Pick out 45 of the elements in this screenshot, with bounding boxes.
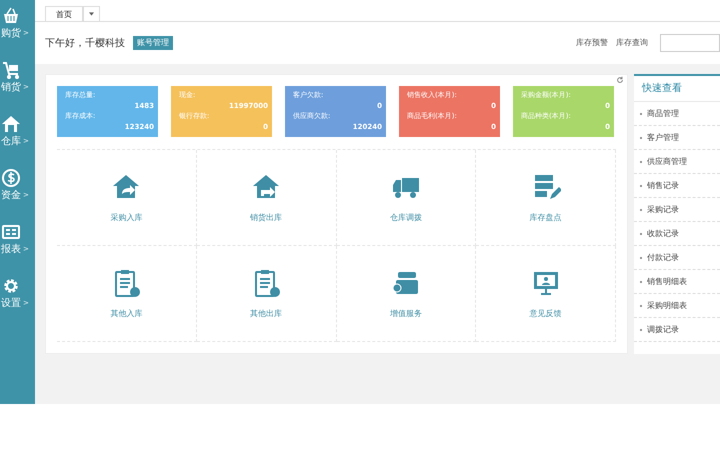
tab[interactable]: 首页 <box>45 6 83 21</box>
quick-link[interactable]: 收款记录 <box>634 222 720 246</box>
quick-link[interactable]: 采购记录 <box>634 198 720 222</box>
action-label: 库存盘点 <box>530 212 562 224</box>
action-tile[interactable]: 其他入库 <box>57 246 197 342</box>
sidebar-label: 仓库 <box>1 134 21 149</box>
greeting-text: 下午好，千樱科技 <box>45 36 125 50</box>
action-tile[interactable]: 意见反馈 <box>476 246 616 342</box>
sidebar-label: 报表 <box>1 242 21 257</box>
action-label: 增值服务 <box>390 308 422 320</box>
account-button[interactable]: 账号管理 <box>133 36 173 50</box>
action-label: 销货出库 <box>250 212 282 224</box>
action-label: 意见反馈 <box>530 308 562 320</box>
header-link[interactable]: 库存预警 <box>576 37 608 49</box>
action-label: 其他入库 <box>110 308 142 320</box>
action-label: 其他出库 <box>250 308 282 320</box>
search-field[interactable] <box>660 34 720 52</box>
action-tile[interactable]: 仓库调拨 <box>336 150 476 246</box>
quick-link[interactable]: 客户管理 <box>634 126 720 150</box>
action-label: 采购入库 <box>110 212 142 224</box>
quick-link[interactable]: 销售记录 <box>634 174 720 198</box>
quick-link[interactable]: 付款记录 <box>634 246 720 270</box>
action-tile[interactable]: 其他出库 <box>196 246 336 342</box>
action-tile[interactable]: 销货出库 <box>196 150 336 246</box>
sidebar-label: 设置 <box>1 296 21 311</box>
action-tile[interactable]: 库存盘点 <box>476 150 616 246</box>
dollar-icon <box>1 168 21 188</box>
action-tile[interactable]: 增值服务 <box>336 246 476 342</box>
quick-link[interactable]: 调拨记录 <box>634 318 720 342</box>
tab-dropdown[interactable] <box>83 6 100 21</box>
action-tile[interactable]: 采购入库 <box>57 150 197 246</box>
quick-link[interactable]: 采购明细表 <box>634 294 720 318</box>
header-link[interactable]: 库存查询 <box>616 37 648 49</box>
card-icon <box>1 222 21 242</box>
caret-icon <box>89 12 94 16</box>
quick-link[interactable]: 商品管理 <box>634 102 720 126</box>
quick-link[interactable]: 销售明细表 <box>634 270 720 294</box>
action-label: 仓库调拨 <box>390 212 422 224</box>
refresh-icon[interactable] <box>616 76 624 84</box>
sidebar-label: 资金 <box>1 189 21 203</box>
panel-title: 快速查看 <box>634 74 720 102</box>
sidebar-label: 销货 <box>1 81 21 95</box>
quick-link[interactable]: 供应商管理 <box>634 150 720 174</box>
sidebar-label: 购货 <box>1 27 21 41</box>
cart-icon <box>1 60 21 80</box>
